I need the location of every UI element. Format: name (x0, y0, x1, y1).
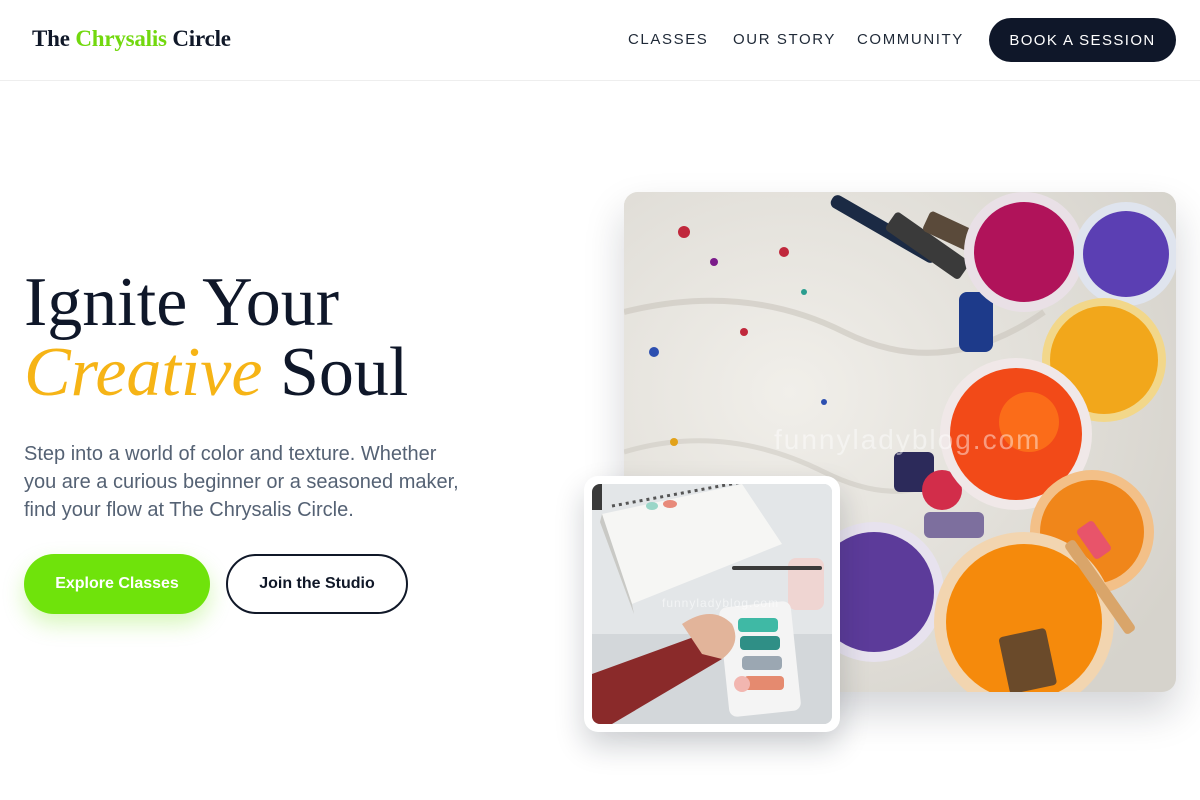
site-logo[interactable]: The Chrysalis Circle (32, 26, 231, 52)
headline-accent-word: Creative (24, 334, 263, 411)
headline-line-2: Creative Soul (24, 338, 408, 408)
logo-prefix: The (32, 26, 70, 51)
book-session-button[interactable]: BOOK A SESSION (989, 18, 1176, 62)
small-photo-watermark: funnyladyblog.com (662, 596, 780, 610)
logo-accent: Chrysalis (75, 26, 167, 51)
site-header: The Chrysalis Circle CLASSES OUR STORY C… (0, 0, 1200, 81)
watercolor-photo: funnyladyblog.com (592, 484, 832, 724)
hero-headline: Ignite Your Creative Soul (24, 268, 408, 408)
headline-line-1: Ignite Your (24, 264, 340, 341)
nav-link-community[interactable]: COMMUNITY (857, 31, 964, 48)
nav-link-classes[interactable]: CLASSES (628, 31, 708, 48)
hero-subtext: Step into a world of color and texture. … (24, 443, 459, 521)
logo-suffix: Circle (172, 26, 231, 51)
explore-classes-button[interactable]: Explore Classes (24, 554, 210, 614)
inset-photo-card: funnyladyblog.com (584, 476, 840, 732)
nav-link-our-story[interactable]: OUR STORY (733, 31, 836, 48)
headline-end-word: Soul (279, 334, 409, 411)
join-studio-button[interactable]: Join the Studio (226, 554, 408, 614)
main-photo-watermark: funnyladyblog.com (774, 424, 1042, 455)
